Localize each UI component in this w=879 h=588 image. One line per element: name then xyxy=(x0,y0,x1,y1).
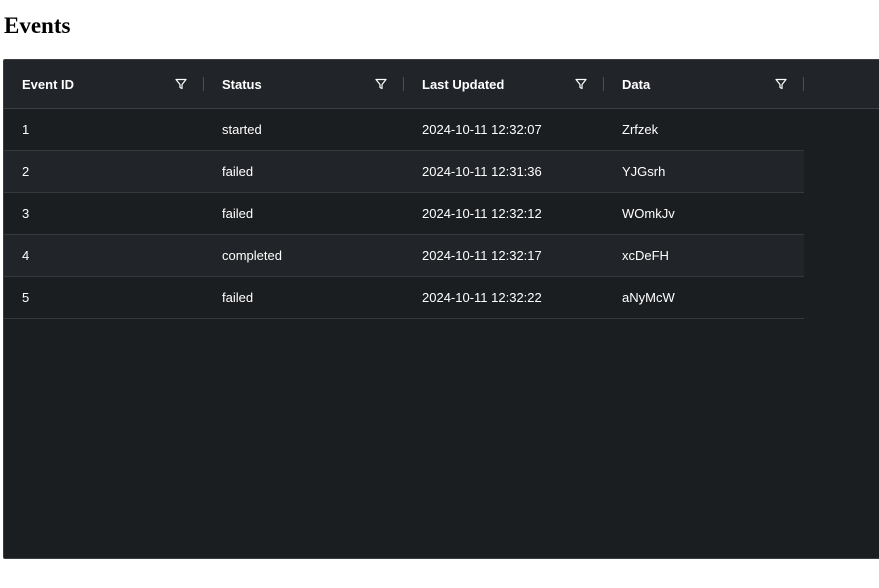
cell-status[interactable]: failed xyxy=(204,151,404,192)
cell-data[interactable]: aNyMcW xyxy=(604,277,804,318)
cell-data[interactable]: Zrfzek xyxy=(604,109,804,150)
cell-last-updated[interactable]: 2024-10-11 12:32:22 xyxy=(404,277,604,318)
column-header-label: Status xyxy=(222,76,262,92)
grid-header: Event ID Status Last Updated Data xyxy=(4,60,879,109)
page-title: Events xyxy=(4,13,71,38)
cell-last-updated[interactable]: 2024-10-11 12:31:36 xyxy=(404,151,604,192)
cell-last-updated[interactable]: 2024-10-11 12:32:12 xyxy=(404,193,604,234)
table-row[interactable]: 5 failed 2024-10-11 12:32:22 aNyMcW xyxy=(4,277,804,319)
cell-event-id[interactable]: 4 xyxy=(4,235,204,276)
cell-status[interactable]: failed xyxy=(204,277,404,318)
column-header-last-updated[interactable]: Last Updated xyxy=(404,60,604,108)
cell-status[interactable]: started xyxy=(204,109,404,150)
column-header-label: Event ID xyxy=(22,76,75,92)
table-row[interactable]: 3 failed 2024-10-11 12:32:12 WOmkJv xyxy=(4,193,804,235)
table-row[interactable]: 1 started 2024-10-11 12:32:07 Zrfzek xyxy=(4,109,804,151)
cell-data[interactable]: xcDeFH xyxy=(604,235,804,276)
cell-event-id[interactable]: 3 xyxy=(4,193,204,234)
cell-data[interactable]: WOmkJv xyxy=(604,193,804,234)
column-header-label: Data xyxy=(622,76,651,92)
filter-icon[interactable] xyxy=(573,76,589,92)
cell-data[interactable]: YJGsrh xyxy=(604,151,804,192)
cell-last-updated[interactable]: 2024-10-11 12:32:07 xyxy=(404,109,604,150)
cell-status[interactable]: failed xyxy=(204,193,404,234)
cell-event-id[interactable]: 1 xyxy=(4,109,204,150)
cell-event-id[interactable]: 5 xyxy=(4,277,204,318)
cell-last-updated[interactable]: 2024-10-11 12:32:17 xyxy=(404,235,604,276)
filter-icon[interactable] xyxy=(773,76,789,92)
cell-event-id[interactable]: 2 xyxy=(4,151,204,192)
column-header-label: Last Updated xyxy=(422,76,505,92)
table-row[interactable]: 4 completed 2024-10-11 12:32:17 xcDeFH xyxy=(4,235,804,277)
column-header-status[interactable]: Status xyxy=(204,60,404,108)
filter-icon[interactable] xyxy=(373,76,389,92)
table-row[interactable]: 2 failed 2024-10-11 12:31:36 YJGsrh xyxy=(4,151,804,193)
column-header-event-id[interactable]: Event ID xyxy=(4,60,204,108)
events-grid: Event ID Status Last Updated Data 1 star… xyxy=(3,59,879,559)
filter-icon[interactable] xyxy=(173,76,189,92)
cell-status[interactable]: completed xyxy=(204,235,404,276)
column-separator[interactable] xyxy=(803,77,804,91)
column-header-data[interactable]: Data xyxy=(604,60,804,108)
